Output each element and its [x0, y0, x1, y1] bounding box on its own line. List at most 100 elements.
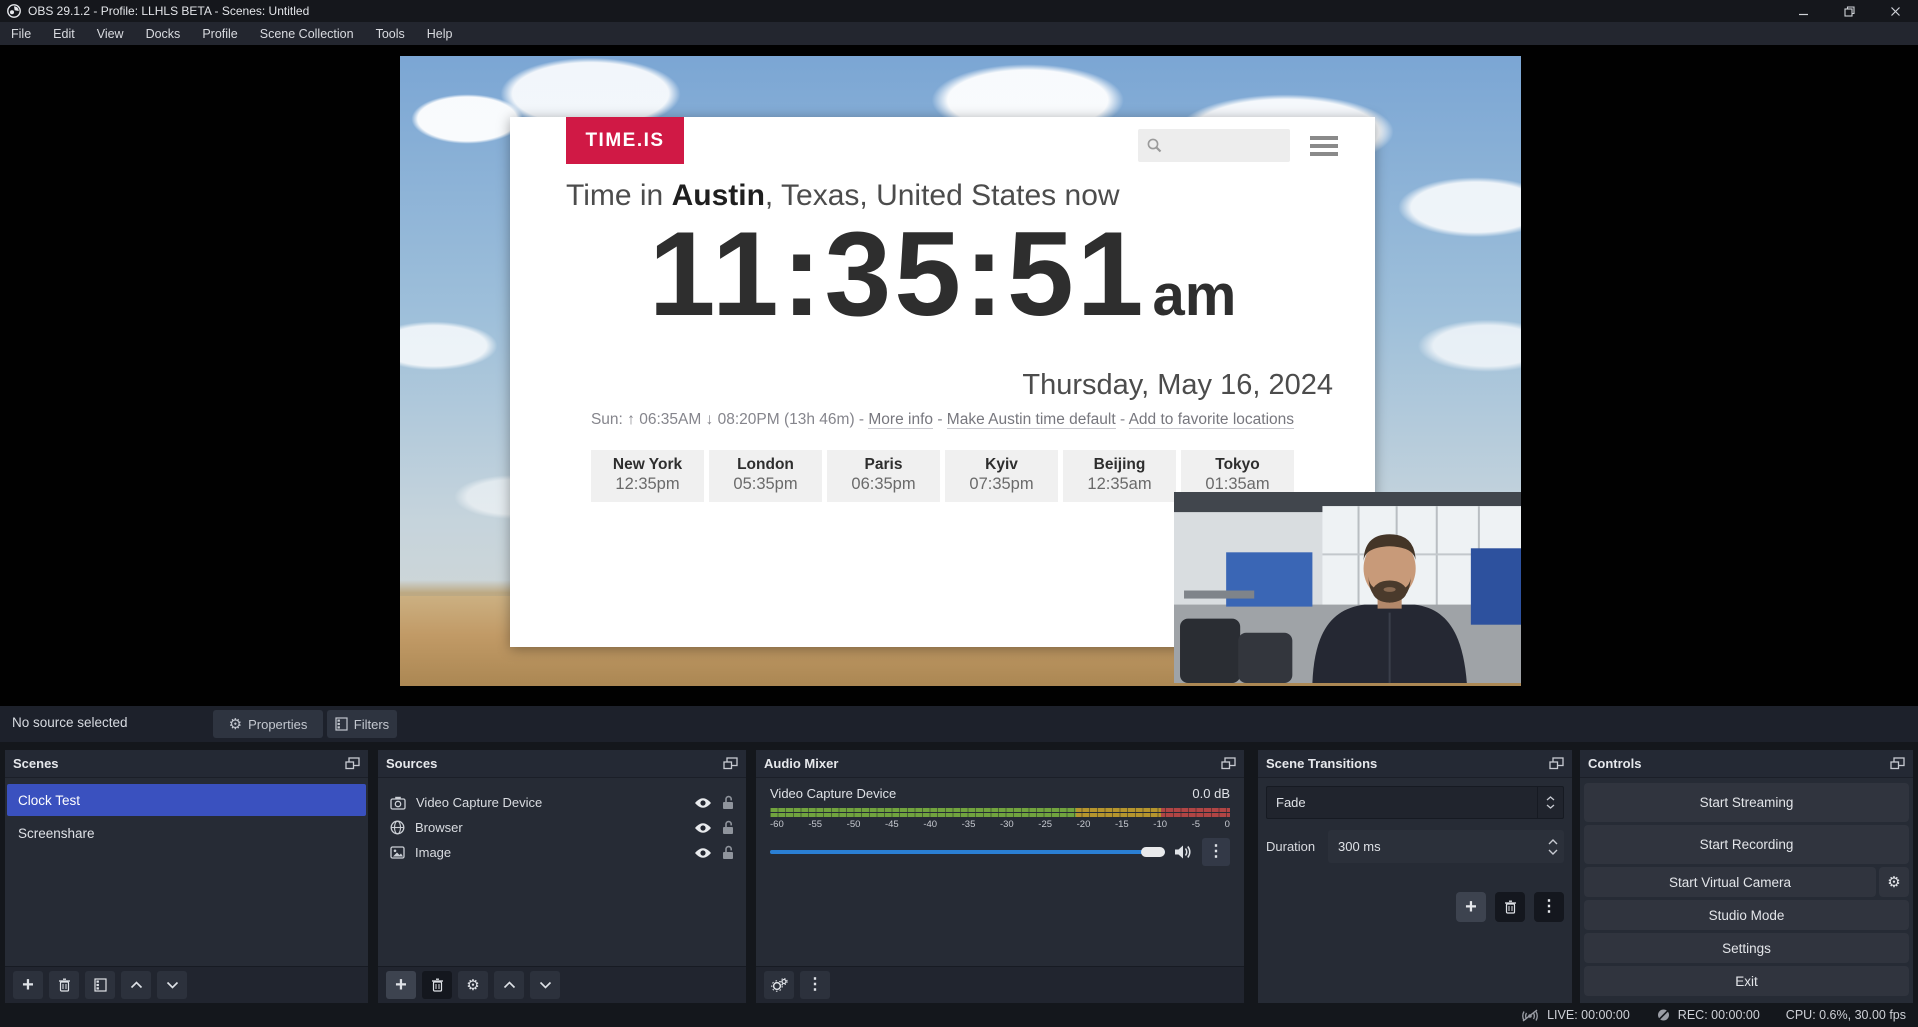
- world-clock-new-york[interactable]: New York 12:35pm: [591, 450, 704, 502]
- start-virtual-camera-button[interactable]: Start Virtual Camera: [1584, 867, 1876, 897]
- menu-tools[interactable]: Tools: [365, 22, 416, 45]
- chevron-down-icon: [539, 981, 552, 989]
- gear-icon: ⚙: [229, 717, 242, 732]
- studio-mode-button[interactable]: Studio Mode: [1584, 900, 1909, 930]
- advanced-audio-button[interactable]: [764, 971, 794, 999]
- transition-properties-button[interactable]: ⋮: [1534, 892, 1564, 922]
- move-source-up-button[interactable]: [494, 971, 524, 999]
- virtual-camera-settings-button[interactable]: ⚙: [1879, 867, 1909, 897]
- dock-area: Scenes Clock Test Screenshare +: [0, 742, 1918, 1003]
- scene-item-clock-test[interactable]: Clock Test: [7, 784, 366, 816]
- popout-icon[interactable]: [345, 757, 360, 770]
- hamburger-menu-icon[interactable]: [1310, 136, 1338, 160]
- source-toolbar: No source selected ⚙ Properties Filters: [0, 706, 1918, 742]
- menu-scene-collection[interactable]: Scene Collection: [249, 22, 365, 45]
- menu-view[interactable]: View: [86, 22, 135, 45]
- menu-profile[interactable]: Profile: [191, 22, 248, 45]
- timeis-logo: TIME.IS: [566, 117, 684, 164]
- spin-down-icon[interactable]: [1548, 849, 1558, 855]
- program-video[interactable]: TIME.IS Time in Austin, Texas, United St…: [400, 56, 1521, 686]
- world-clock-london[interactable]: London 05:35pm: [709, 450, 822, 502]
- add-scene-button[interactable]: +: [13, 971, 43, 999]
- volume-slider[interactable]: [770, 850, 1165, 854]
- popout-icon[interactable]: [1221, 757, 1236, 770]
- preview-canvas[interactable]: TIME.IS Time in Austin, Texas, United St…: [0, 45, 1918, 706]
- world-clock-beijing[interactable]: Beijing 12:35am: [1063, 450, 1176, 502]
- menu-edit[interactable]: Edit: [42, 22, 86, 45]
- unlock-icon[interactable]: [722, 845, 734, 860]
- scene-transitions-panel-title: Scene Transitions: [1266, 756, 1377, 771]
- controls-panel-title: Controls: [1588, 756, 1641, 771]
- chevron-up-icon: [1546, 796, 1555, 801]
- menu-file[interactable]: File: [0, 22, 42, 45]
- menu-docks[interactable]: Docks: [135, 22, 192, 45]
- unlock-icon[interactable]: [722, 795, 734, 810]
- scene-filters-button[interactable]: [85, 971, 115, 999]
- timeis-search-box[interactable]: [1138, 129, 1290, 162]
- filters-button[interactable]: Filters: [327, 710, 397, 738]
- start-streaming-button[interactable]: Start Streaming: [1584, 783, 1909, 822]
- mixer-channel-name: Video Capture Device: [770, 786, 896, 801]
- eye-visible-icon[interactable]: [694, 822, 712, 834]
- mixer-channel-menu-button[interactable]: ⋮: [1202, 838, 1230, 866]
- stream-inactive-icon: [1520, 1008, 1540, 1022]
- world-clock-paris[interactable]: Paris 06:35pm: [827, 450, 940, 502]
- start-recording-button[interactable]: Start Recording: [1584, 825, 1909, 864]
- eye-visible-icon[interactable]: [694, 797, 712, 809]
- popout-icon[interactable]: [1890, 757, 1905, 770]
- record-inactive-icon: [1656, 1008, 1671, 1022]
- audio-mixer-panel: Audio Mixer Video Capture Device 0.0 dB …: [756, 750, 1244, 1003]
- time-meridiem: am: [1152, 263, 1236, 328]
- source-label: Video Capture Device: [416, 795, 542, 810]
- time-digits: 11:35:51: [649, 207, 1147, 341]
- source-row-image[interactable]: Image: [378, 840, 746, 865]
- chevron-down-icon: [1546, 804, 1555, 809]
- remove-scene-button[interactable]: [49, 971, 79, 999]
- restore-button[interactable]: [1826, 0, 1872, 22]
- volume-meter: -60 -55 -50 -45 -40 -35 -30 -25 -20 -15 …: [770, 808, 1230, 830]
- current-time: 11:35:51am: [510, 209, 1375, 339]
- trash-icon: [58, 978, 71, 992]
- close-button[interactable]: [1872, 0, 1918, 22]
- transition-value: Fade: [1276, 795, 1306, 810]
- transition-select[interactable]: Fade: [1266, 786, 1564, 819]
- speaker-icon[interactable]: [1174, 844, 1193, 860]
- spin-up-icon[interactable]: [1548, 839, 1558, 845]
- settings-button[interactable]: Settings: [1584, 933, 1909, 963]
- make-default-link[interactable]: Make Austin time default: [947, 411, 1116, 429]
- kebab-icon: ⋮: [1208, 844, 1224, 860]
- duration-input[interactable]: 300 ms: [1328, 830, 1564, 863]
- source-row-browser[interactable]: Browser: [378, 815, 746, 840]
- move-scene-down-button[interactable]: [157, 971, 187, 999]
- volume-slider-handle[interactable]: [1141, 847, 1165, 857]
- search-input[interactable]: [1169, 133, 1279, 159]
- kebab-icon: ⋮: [1541, 899, 1557, 915]
- add-transition-button[interactable]: +: [1456, 892, 1486, 922]
- minimize-button[interactable]: [1780, 0, 1826, 22]
- obs-logo-icon: [7, 4, 21, 18]
- remove-source-button[interactable]: [422, 971, 452, 999]
- remove-transition-button[interactable]: [1495, 892, 1525, 922]
- popout-icon[interactable]: [723, 757, 738, 770]
- source-label: Image: [415, 845, 451, 860]
- scene-item-screenshare[interactable]: Screenshare: [7, 817, 366, 849]
- menu-help[interactable]: Help: [416, 22, 464, 45]
- source-properties-button[interactable]: ⚙: [458, 971, 488, 999]
- popout-icon[interactable]: [1549, 757, 1564, 770]
- more-info-link[interactable]: More info: [868, 411, 933, 429]
- unlock-icon[interactable]: [722, 820, 734, 835]
- plus-icon: +: [1465, 897, 1477, 917]
- duration-value: 300 ms: [1338, 839, 1381, 854]
- gear-icon: ⚙: [1887, 875, 1900, 890]
- mixer-menu-button[interactable]: ⋮: [800, 971, 830, 999]
- eye-visible-icon[interactable]: [694, 847, 712, 859]
- exit-button[interactable]: Exit: [1584, 966, 1909, 996]
- source-row-video-capture[interactable]: Video Capture Device: [378, 790, 746, 815]
- add-source-button[interactable]: +: [386, 971, 416, 999]
- world-clock-kyiv[interactable]: Kyiv 07:35pm: [945, 450, 1058, 502]
- add-favorite-link[interactable]: Add to favorite locations: [1129, 411, 1294, 429]
- move-source-down-button[interactable]: [530, 971, 560, 999]
- webcam-scene: [1174, 492, 1521, 683]
- properties-button[interactable]: ⚙ Properties: [213, 710, 323, 738]
- move-scene-up-button[interactable]: [121, 971, 151, 999]
